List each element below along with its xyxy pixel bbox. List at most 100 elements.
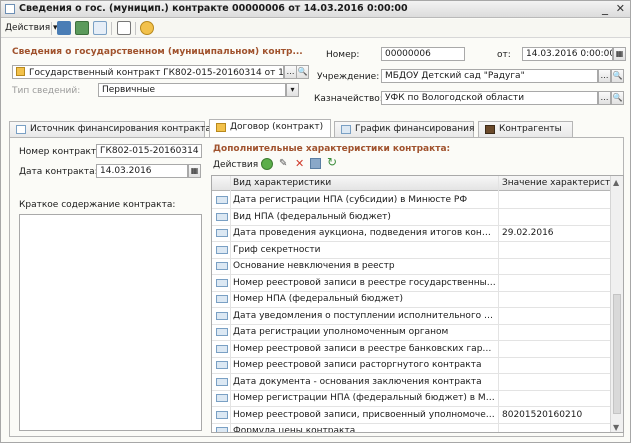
toolbar: Действия ▾ [1, 19, 630, 38]
calendar-icon[interactable]: ▦ [188, 164, 201, 178]
contract-date-label: Дата контракта: [19, 167, 98, 177]
column-header-type[interactable]: Вид характеристики [233, 178, 331, 188]
scroll-down-icon[interactable]: ▼ [613, 423, 619, 432]
characteristic-type-cell[interactable]: Дата уведомления о поступлении исполните… [233, 311, 496, 321]
contract-open-button[interactable]: 🔍 [296, 65, 309, 79]
characteristic-type-cell[interactable]: Дата регистрации НПА (субсидии) в Минюст… [233, 195, 496, 205]
characteristic-type-cell[interactable]: Дата документа - основания заключения ко… [233, 377, 496, 387]
copy-icon[interactable] [93, 21, 107, 35]
grid-actions-menu[interactable]: Действия ▾ [213, 160, 266, 170]
tab-funding-source[interactable]: Источник финансирования контракта [9, 121, 211, 137]
column-header-value[interactable]: Значение характерист... [502, 178, 619, 188]
row-icon [216, 410, 228, 419]
help-icon[interactable] [140, 21, 154, 35]
briefcase-icon [485, 125, 495, 134]
contract-icon [16, 67, 25, 76]
refresh-icon[interactable]: ↻ [327, 155, 337, 169]
characteristics-grid[interactable]: Вид характеристики Значение характерист.… [211, 175, 624, 433]
title-bar: Сведения о гос. (муницип.) контракте 000… [1, 1, 630, 18]
characteristic-type-cell[interactable]: Номер НПА (федеральный бюджет) [233, 294, 496, 304]
vertical-scrollbar[interactable]: ▲ ▼ [610, 176, 623, 432]
treasury-open-icon[interactable]: 🔍 [611, 91, 624, 105]
institution-select-button[interactable]: … [598, 69, 611, 83]
toolbar-separator [111, 22, 112, 35]
document-window: Сведения о гос. (муницип.) контракте 000… [0, 0, 631, 443]
toolbar-separator [135, 22, 136, 35]
characteristic-type-cell[interactable]: Гриф секретности [233, 245, 496, 255]
scroll-up-icon[interactable]: ▲ [613, 178, 619, 187]
characteristic-type-cell[interactable]: Номер реестровой записи, присвоенный упо… [233, 410, 496, 420]
characteristic-type-cell[interactable]: Номер реестровой записи в реестре госуда… [233, 278, 496, 288]
row-icon [216, 344, 228, 353]
characteristic-type-cell[interactable]: Формула цены контракта [233, 426, 496, 432]
tab-counterparties[interactable]: Контрагенты [478, 121, 573, 137]
summary-textarea[interactable] [19, 214, 202, 431]
chevron-down-icon[interactable]: ▾ [286, 83, 299, 97]
characteristic-type-cell[interactable]: Номер регистрации НПА (федеральный бюдже… [233, 393, 496, 403]
contract-field[interactable]: Государственный контракт ГК802-015-20160… [12, 65, 284, 79]
table-row[interactable]: Дата регистрации уполномоченным органом [212, 324, 612, 341]
delete-icon[interactable]: ✕ [295, 157, 304, 170]
characteristic-type-cell[interactable]: Дата проведения аукциона, подведения ито… [233, 228, 496, 238]
minimize-button[interactable]: _ [602, 1, 608, 15]
institution-field[interactable]: МБДОУ Детский сад "Радуга" [381, 69, 598, 83]
number-field[interactable]: 00000006 [381, 47, 465, 61]
table-row[interactable]: Формула цены контракта [212, 423, 612, 432]
table-row[interactable]: Основание невключения в реестр [212, 258, 612, 275]
close-button[interactable]: ✕ [616, 2, 625, 15]
table-row[interactable]: Номер НПА (федеральный бюджет) [212, 291, 612, 308]
list-icon[interactable] [310, 158, 321, 169]
characteristic-type-cell[interactable]: Номер реестровой записи расторгнутого ко… [233, 360, 496, 370]
table-row[interactable]: Номер реестровой записи в реестре госуда… [212, 275, 612, 292]
table-row[interactable]: Номер реестровой записи, присвоенный упо… [212, 407, 612, 424]
edit-icon[interactable]: ✎ [279, 158, 289, 170]
table-row[interactable]: Дата регистрации НПА (субсидии) в Минюст… [212, 192, 612, 209]
treasury-select-button[interactable]: … [598, 91, 611, 105]
tab-funding-schedule[interactable]: График финансирования [334, 121, 474, 137]
characteristic-value-cell[interactable]: 80201520160210 [502, 410, 610, 420]
institution-label: Учреждение: [317, 72, 380, 82]
section-title: Сведения о государственном (муниципально… [12, 47, 303, 57]
document-icon [16, 125, 26, 134]
tab-contract[interactable]: Договор (контракт) [209, 119, 331, 138]
row-icon [216, 196, 228, 204]
characteristic-type-cell[interactable]: Номер реестровой записи в реестре банков… [233, 344, 496, 354]
actions-menu[interactable]: Действия ▾ [5, 23, 58, 33]
table-icon [341, 125, 351, 134]
characteristic-type-cell[interactable]: Основание невключения в реестр [233, 261, 496, 271]
institution-open-icon[interactable]: 🔍 [611, 69, 624, 83]
characteristic-type-cell[interactable]: Дата регистрации уполномоченным органом [233, 327, 496, 337]
table-row[interactable]: Вид НПА (федеральный бюджет) [212, 209, 612, 226]
table-row[interactable]: Дата уведомления о поступлении исполните… [212, 308, 612, 325]
calendar-icon[interactable]: ▦ [613, 47, 626, 61]
summary-label: Краткое содержание контракта: [19, 200, 176, 210]
table-row[interactable]: Дата проведения аукциона, подведения ито… [212, 225, 612, 242]
scroll-thumb[interactable] [613, 294, 621, 414]
table-row[interactable]: Номер реестровой записи в реестре банков… [212, 341, 612, 358]
characteristics-title: Дополнительные характеристики контракта: [213, 144, 451, 154]
date-label: от: [497, 50, 511, 60]
table-row[interactable]: Гриф секретности [212, 242, 612, 259]
table-row[interactable]: Номер регистрации НПА (федеральный бюдже… [212, 390, 612, 407]
row-icon [216, 427, 228, 432]
row-icon [216, 328, 228, 336]
save-icon[interactable] [75, 21, 89, 35]
row-icon [216, 361, 228, 369]
add-icon[interactable] [261, 158, 273, 170]
table-row[interactable]: Дата документа - основания заключения ко… [212, 374, 612, 391]
date-field[interactable]: 14.03.2016 0:00:00 [522, 47, 613, 61]
info-type-select[interactable]: Первичные [98, 83, 286, 97]
characteristic-type-cell[interactable]: Вид НПА (федеральный бюджет) [233, 212, 496, 222]
print-icon[interactable] [117, 21, 131, 35]
row-icon [216, 245, 228, 254]
contract-date-field[interactable]: 14.03.2016 [96, 164, 188, 178]
treasury-field[interactable]: УФК по Вологодской области [381, 91, 598, 105]
save-close-icon[interactable] [57, 21, 71, 35]
row-icon [216, 229, 228, 237]
contract-number-field[interactable]: ГК802-015-20160314 [96, 144, 202, 158]
row-icon [216, 278, 228, 287]
document-icon [5, 4, 15, 14]
row-icon [216, 262, 228, 270]
table-row[interactable]: Номер реестровой записи расторгнутого ко… [212, 357, 612, 374]
characteristic-value-cell[interactable]: 29.02.2016 [502, 228, 610, 238]
